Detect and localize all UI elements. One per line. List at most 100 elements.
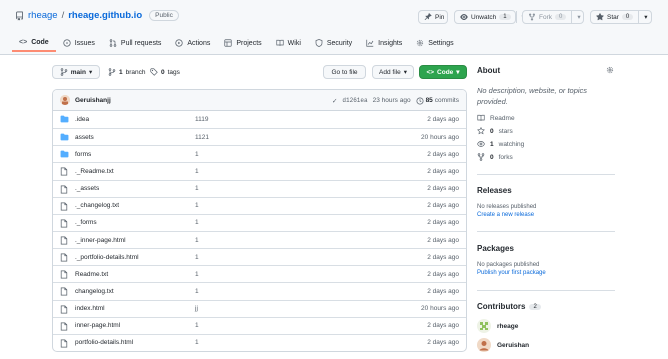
file-name-link[interactable]: Readme.txt [75,271,108,278]
commit-message-link[interactable]: 1119 [195,116,209,123]
releases-heading[interactable]: Releases [477,186,512,195]
commit-message-link[interactable]: 1121 [195,134,209,141]
commit-message-link[interactable]: 1 [195,185,199,192]
table-row[interactable]: ._forms 1 2 days ago [53,213,466,231]
commit-message-link[interactable]: 1 [195,271,199,278]
tab-wiki[interactable]: Wiki [269,34,308,52]
table-row[interactable]: ._portfolio-details.html 1 2 days ago [53,248,466,265]
table-row[interactable]: portfolio-details.html 1 2 days ago [53,333,466,351]
commits-link[interactable]: 85 commits [416,96,459,105]
chevron-down-icon: ▾ [456,69,460,76]
readme-link[interactable]: Readme [477,114,515,122]
contributors-heading[interactable]: Contributors 2 [477,302,541,311]
packages-heading[interactable]: Packages [477,244,514,253]
file-name-link[interactable]: inner-page.html [75,322,120,329]
commit-sha[interactable]: d1261ea [342,97,367,104]
file-name-link[interactable]: ._assets [75,185,99,192]
gear-icon[interactable] [606,66,614,74]
file-name-link[interactable]: ._Readme.txt [75,168,114,175]
table-row[interactable]: inner-page.html 1 2 days ago [53,316,466,334]
tab-actions[interactable]: Actions [168,34,217,52]
add-file-button[interactable]: Add file ▾ [372,65,414,79]
fork-dropdown[interactable]: ▾ [571,11,585,23]
commit-message-link[interactable]: 1 [195,151,199,158]
star-dropdown[interactable]: ▾ [638,11,652,23]
file-table: Geruishanjj ✓ d1261ea 23 hours ago 85 co… [52,89,467,352]
tab-security[interactable]: Security [308,34,359,52]
code-icon: <> [19,38,28,46]
file-name-link[interactable]: forms [75,151,91,158]
commit-age: 2 days ago [427,270,459,278]
tab-projects[interactable]: Projects [217,34,268,52]
file-name-link[interactable]: ._forms [75,219,97,226]
file-icon [60,185,68,194]
stars-link[interactable]: 0 stars [477,127,513,135]
fork-button[interactable]: Fork 0 ▾ [522,10,584,24]
watching-label: watching [498,140,525,148]
repo-owner-link[interactable]: rheage [28,10,58,21]
commit-message-link[interactable]: 1 [195,322,199,329]
table-row[interactable]: Readme.txt 1 2 days ago [53,265,466,282]
star-button[interactable]: Star 0 ▾ [590,10,652,24]
releases-empty: No releases published [477,204,537,210]
file-name-link[interactable]: ._portfolio-details.html [75,254,139,261]
commit-message-link[interactable]: 1 [195,254,199,261]
file-name-link[interactable]: ._inner-page.html [75,237,126,244]
file-name-link[interactable]: assets [75,134,94,141]
tab-settings[interactable]: Settings [409,34,460,52]
tab-code[interactable]: <> Code [12,34,56,52]
table-row[interactable]: index.html jj 20 hours ago [53,299,466,317]
commit-message-link[interactable]: 1 [195,219,199,226]
publish-package-link[interactable]: Publish your first package [477,270,546,276]
forks-link[interactable]: 0 forks [477,153,513,161]
avatar[interactable] [60,95,70,105]
file-name-link[interactable]: changelog.txt [75,288,114,295]
commit-message-link[interactable]: 1 [195,288,199,295]
latest-commit-bar: Geruishanjj ✓ d1261ea 23 hours ago 85 co… [53,90,466,111]
unwatch-button[interactable]: Unwatch 1 ▾ [454,10,525,24]
branch-name: main [70,68,86,76]
table-row[interactable]: ._assets 1 2 days ago [53,179,466,197]
tab-pull-requests[interactable]: Pull requests [102,34,168,52]
commit-message-link[interactable]: 1 [195,202,199,209]
gear-icon [416,39,424,47]
commit-message-link[interactable]: 1 [195,237,199,244]
unwatch-count: 1 [499,14,511,20]
tab-issues[interactable]: Issues [56,34,102,52]
commit-age: 2 days ago [427,322,459,330]
code-button[interactable]: <> Code ▾ [419,65,467,79]
file-name-link[interactable]: portfolio-details.html [75,339,133,346]
table-icon [224,39,232,47]
go-to-file-button[interactable]: Go to file [323,65,366,79]
commit-age: 20 hours ago [421,133,459,141]
commit-author[interactable]: Geruishanjj [75,97,111,104]
file-name-link[interactable]: index.html [75,305,105,312]
chevron-down-icon: ▾ [403,69,407,76]
contributor-item[interactable]: Geruishan [477,338,529,352]
table-row[interactable]: ._changelog.txt 1 2 days ago [53,196,466,214]
commit-message-link[interactable]: 1 [195,339,199,346]
table-row[interactable]: changelog.txt 1 2 days ago [53,282,466,299]
watching-count: 1 [490,140,494,148]
create-release-link[interactable]: Create a new release [477,212,534,218]
branch-select-button[interactable]: main ▾ [52,65,100,79]
tab-insights[interactable]: Insights [359,34,409,52]
watchers-link[interactable]: 1 watching [477,140,524,148]
table-row[interactable]: ._inner-page.html 1 2 days ago [53,230,466,248]
branches-link[interactable]: 1 branch [108,68,146,76]
repo-name-link[interactable]: rheage.github.io [68,10,142,21]
table-row[interactable]: assets 1121 20 hours ago [53,128,466,145]
file-name-link[interactable]: .idea [75,116,89,123]
pin-button[interactable]: Pin [418,10,448,24]
table-row[interactable]: .idea 1119 2 days ago [53,111,466,128]
table-row[interactable]: ._Readme.txt 1 2 days ago [53,162,466,179]
tags-link[interactable]: 0 tags [150,68,180,76]
table-row[interactable]: forms 1 2 days ago [53,145,466,162]
file-name-link[interactable]: ._changelog.txt [75,202,119,209]
play-icon [175,39,184,47]
branch-icon [108,68,116,76]
commit-age: 2 days ago [427,219,459,227]
contributor-item[interactable]: rheage [477,319,518,333]
commit-message-link[interactable]: 1 [195,168,199,175]
commit-message-link[interactable]: jj [195,305,198,312]
